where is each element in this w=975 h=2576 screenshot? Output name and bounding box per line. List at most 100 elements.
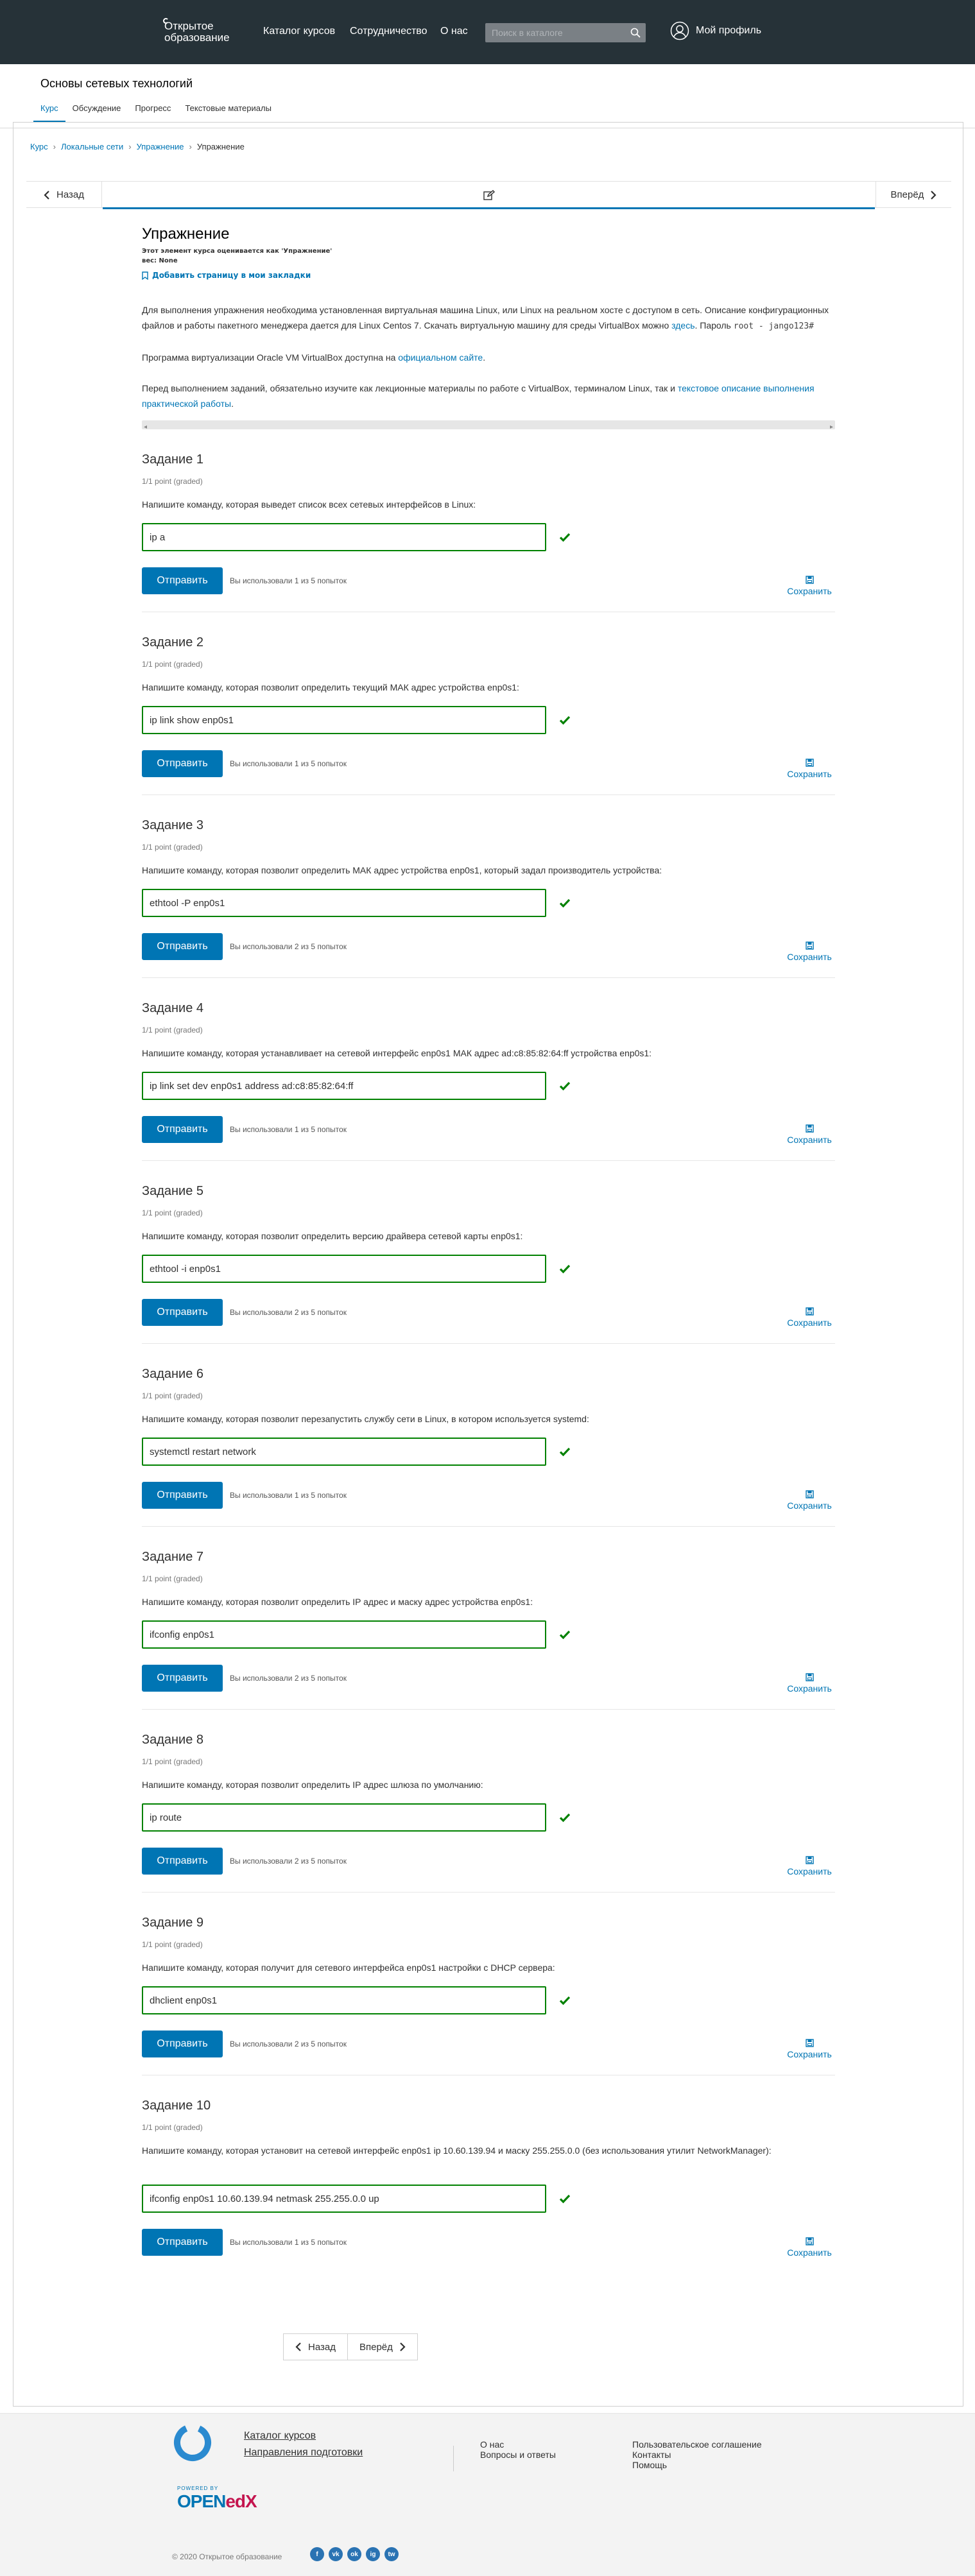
tab-course[interactable]: Курс bbox=[33, 99, 65, 123]
submit-button[interactable]: Отправить bbox=[142, 1299, 223, 1326]
nav-cooperation[interactable]: Сотрудничество bbox=[350, 26, 427, 37]
chevron-left-icon bbox=[295, 2342, 301, 2351]
course-title: Основы сетевых технологий bbox=[40, 77, 193, 90]
search-input[interactable] bbox=[485, 23, 646, 42]
problem-question: Напишите команду, которая выведет список… bbox=[142, 499, 476, 510]
save-button[interactable]: Сохранить bbox=[784, 1307, 835, 1328]
save-button[interactable]: Сохранить bbox=[784, 941, 835, 962]
problem-question: Напишите команду, которая устанавливает … bbox=[142, 1048, 652, 1058]
breadcrumb-section[interactable]: Локальные сети bbox=[61, 142, 123, 151]
problem-block: Задание 6 1/1 point (graded) Напишите кома… bbox=[142, 1344, 835, 1527]
save-button[interactable]: Сохранить bbox=[784, 2039, 835, 2059]
nav-about[interactable]: О нас bbox=[440, 26, 468, 37]
correct-check-icon bbox=[559, 533, 571, 542]
problem-block: Задание 3 1/1 point (graded) Напишите кома… bbox=[142, 795, 835, 978]
global-header: Открытое образование Каталог курсов Сотр… bbox=[0, 0, 975, 64]
save-button[interactable]: Сохранить bbox=[784, 759, 835, 779]
attempts-counter: Вы использовали 2 из 5 попыток bbox=[230, 1308, 347, 1317]
powered-by-openedx[interactable]: POWERED BY OPENedX bbox=[177, 2486, 257, 2512]
submit-button[interactable]: Отправить bbox=[142, 933, 223, 960]
footer-link-terms[interactable]: Пользовательское соглашение bbox=[632, 2439, 762, 2450]
submit-button[interactable]: Отправить bbox=[142, 750, 223, 777]
answer-input[interactable] bbox=[150, 1446, 539, 1457]
footer-link-directions[interactable]: Направления подготовки bbox=[244, 2444, 363, 2461]
problem-question: Напишите команду, которая установит на с… bbox=[142, 2145, 772, 2156]
answer-input[interactable] bbox=[150, 1263, 539, 1275]
facebook-icon[interactable]: f bbox=[310, 2547, 324, 2561]
search-icon[interactable] bbox=[630, 28, 641, 38]
problem-question: Напишите команду, которая позволит опред… bbox=[142, 1231, 523, 1241]
save-button[interactable]: Сохранить bbox=[784, 1490, 835, 1511]
sequence-prev-button[interactable]: Назад bbox=[26, 182, 102, 208]
save-button[interactable]: Сохранить bbox=[784, 1673, 835, 1694]
submit-button[interactable]: Отправить bbox=[142, 567, 223, 594]
bottom-prev-button[interactable]: Назад bbox=[283, 2333, 348, 2360]
submit-button[interactable]: Отправить bbox=[142, 1482, 223, 1509]
vk-icon[interactable]: vk bbox=[329, 2547, 343, 2561]
problem-block: Задание 8 1/1 point (graded) Напишите кома… bbox=[142, 1710, 835, 1893]
unit-tab-problem[interactable] bbox=[103, 182, 875, 209]
save-button[interactable]: Сохранить bbox=[784, 576, 835, 596]
tab-discussion[interactable]: Обсуждение bbox=[65, 99, 128, 122]
save-icon bbox=[805, 1856, 814, 1864]
intro-text: . Пароль bbox=[695, 320, 734, 331]
breadcrumb-subsection[interactable]: Упражнение bbox=[137, 142, 184, 151]
sequence-next-button[interactable]: Вперёд bbox=[876, 182, 951, 208]
correct-check-icon bbox=[559, 2194, 571, 2204]
intro-text: Перед выполнением заданий, обязательно и… bbox=[142, 383, 678, 393]
save-button[interactable]: Сохранить bbox=[784, 1124, 835, 1145]
answer-input[interactable] bbox=[150, 714, 539, 726]
twitter-icon[interactable]: tw bbox=[384, 2547, 399, 2561]
attempts-counter: Вы использовали 1 из 5 попыток bbox=[230, 759, 347, 768]
submit-button[interactable]: Отправить bbox=[142, 1665, 223, 1692]
answer-input[interactable] bbox=[150, 1812, 539, 1823]
answer-input[interactable] bbox=[150, 531, 539, 543]
save-icon bbox=[805, 941, 814, 950]
vm-download-link[interactable]: здесь bbox=[671, 320, 695, 331]
answer-input[interactable] bbox=[150, 1080, 539, 1092]
site-logo[interactable]: Открытое образование bbox=[163, 18, 248, 46]
unit-content: Упражнение Этот элемент курса оцениваетс… bbox=[142, 225, 835, 2274]
submit-button[interactable]: Отправить bbox=[142, 2031, 223, 2057]
footer-link-contacts[interactable]: Контакты bbox=[632, 2450, 762, 2460]
instagram-icon[interactable]: ig bbox=[366, 2547, 380, 2561]
profile-menu[interactable]: Мой профиль bbox=[670, 21, 761, 40]
footer-link-catalog[interactable]: Каталог курсов bbox=[244, 2428, 363, 2444]
footer-link-help[interactable]: Помощь bbox=[632, 2460, 762, 2470]
save-button[interactable]: Сохранить bbox=[784, 2237, 835, 2258]
submit-button[interactable]: Отправить bbox=[142, 1848, 223, 1875]
bookmark-label: Добавить страницу в мои закладки bbox=[152, 271, 311, 280]
submit-button[interactable]: Отправить bbox=[142, 2229, 223, 2256]
tab-text-materials[interactable]: Текстовые материалы bbox=[178, 99, 278, 122]
bookmark-button[interactable]: Добавить страницу в мои закладки bbox=[142, 271, 835, 280]
attempts-counter: Вы использовали 1 из 5 попыток bbox=[230, 576, 347, 585]
problem-points: 1/1 point (graded) bbox=[142, 1574, 203, 1583]
problem-title: Задание 5 bbox=[142, 1184, 204, 1198]
footer-link-faq[interactable]: Вопросы и ответы bbox=[480, 2450, 556, 2460]
footer-link-about[interactable]: О нас bbox=[480, 2439, 556, 2450]
sequence-next-label: Вперёд bbox=[890, 189, 924, 200]
breadcrumb-course[interactable]: Курс bbox=[30, 142, 48, 151]
chevron-right-icon bbox=[400, 2342, 406, 2351]
answer-input[interactable] bbox=[150, 1995, 539, 2006]
problem-title: Задание 1 bbox=[142, 452, 204, 467]
tab-progress[interactable]: Прогресс bbox=[128, 99, 178, 122]
edit-icon bbox=[483, 189, 495, 200]
logo-line1: Открытое bbox=[164, 20, 214, 32]
virtualbox-site-link[interactable]: официальном сайте bbox=[398, 352, 483, 363]
submit-button[interactable]: Отправить bbox=[142, 1116, 223, 1143]
answer-field bbox=[142, 1072, 546, 1100]
answer-input[interactable] bbox=[150, 2193, 539, 2204]
save-icon bbox=[805, 2237, 814, 2245]
nav-catalog[interactable]: Каталог курсов bbox=[263, 26, 335, 37]
bottom-next-button[interactable]: Вперёд bbox=[347, 2333, 418, 2360]
save-button[interactable]: Сохранить bbox=[784, 1856, 835, 1876]
openedx-logo-edx: edX bbox=[225, 2491, 257, 2511]
answer-input[interactable] bbox=[150, 897, 539, 909]
answer-input[interactable] bbox=[150, 1629, 539, 1640]
horizontal-scrollbar[interactable] bbox=[142, 420, 835, 435]
problem-question: Напишите команду, которая позволит перез… bbox=[142, 1414, 589, 1424]
footer-logo-icon[interactable] bbox=[172, 2422, 213, 2463]
user-avatar-icon bbox=[670, 21, 689, 40]
odnoklassniki-icon[interactable]: ok bbox=[347, 2547, 361, 2561]
